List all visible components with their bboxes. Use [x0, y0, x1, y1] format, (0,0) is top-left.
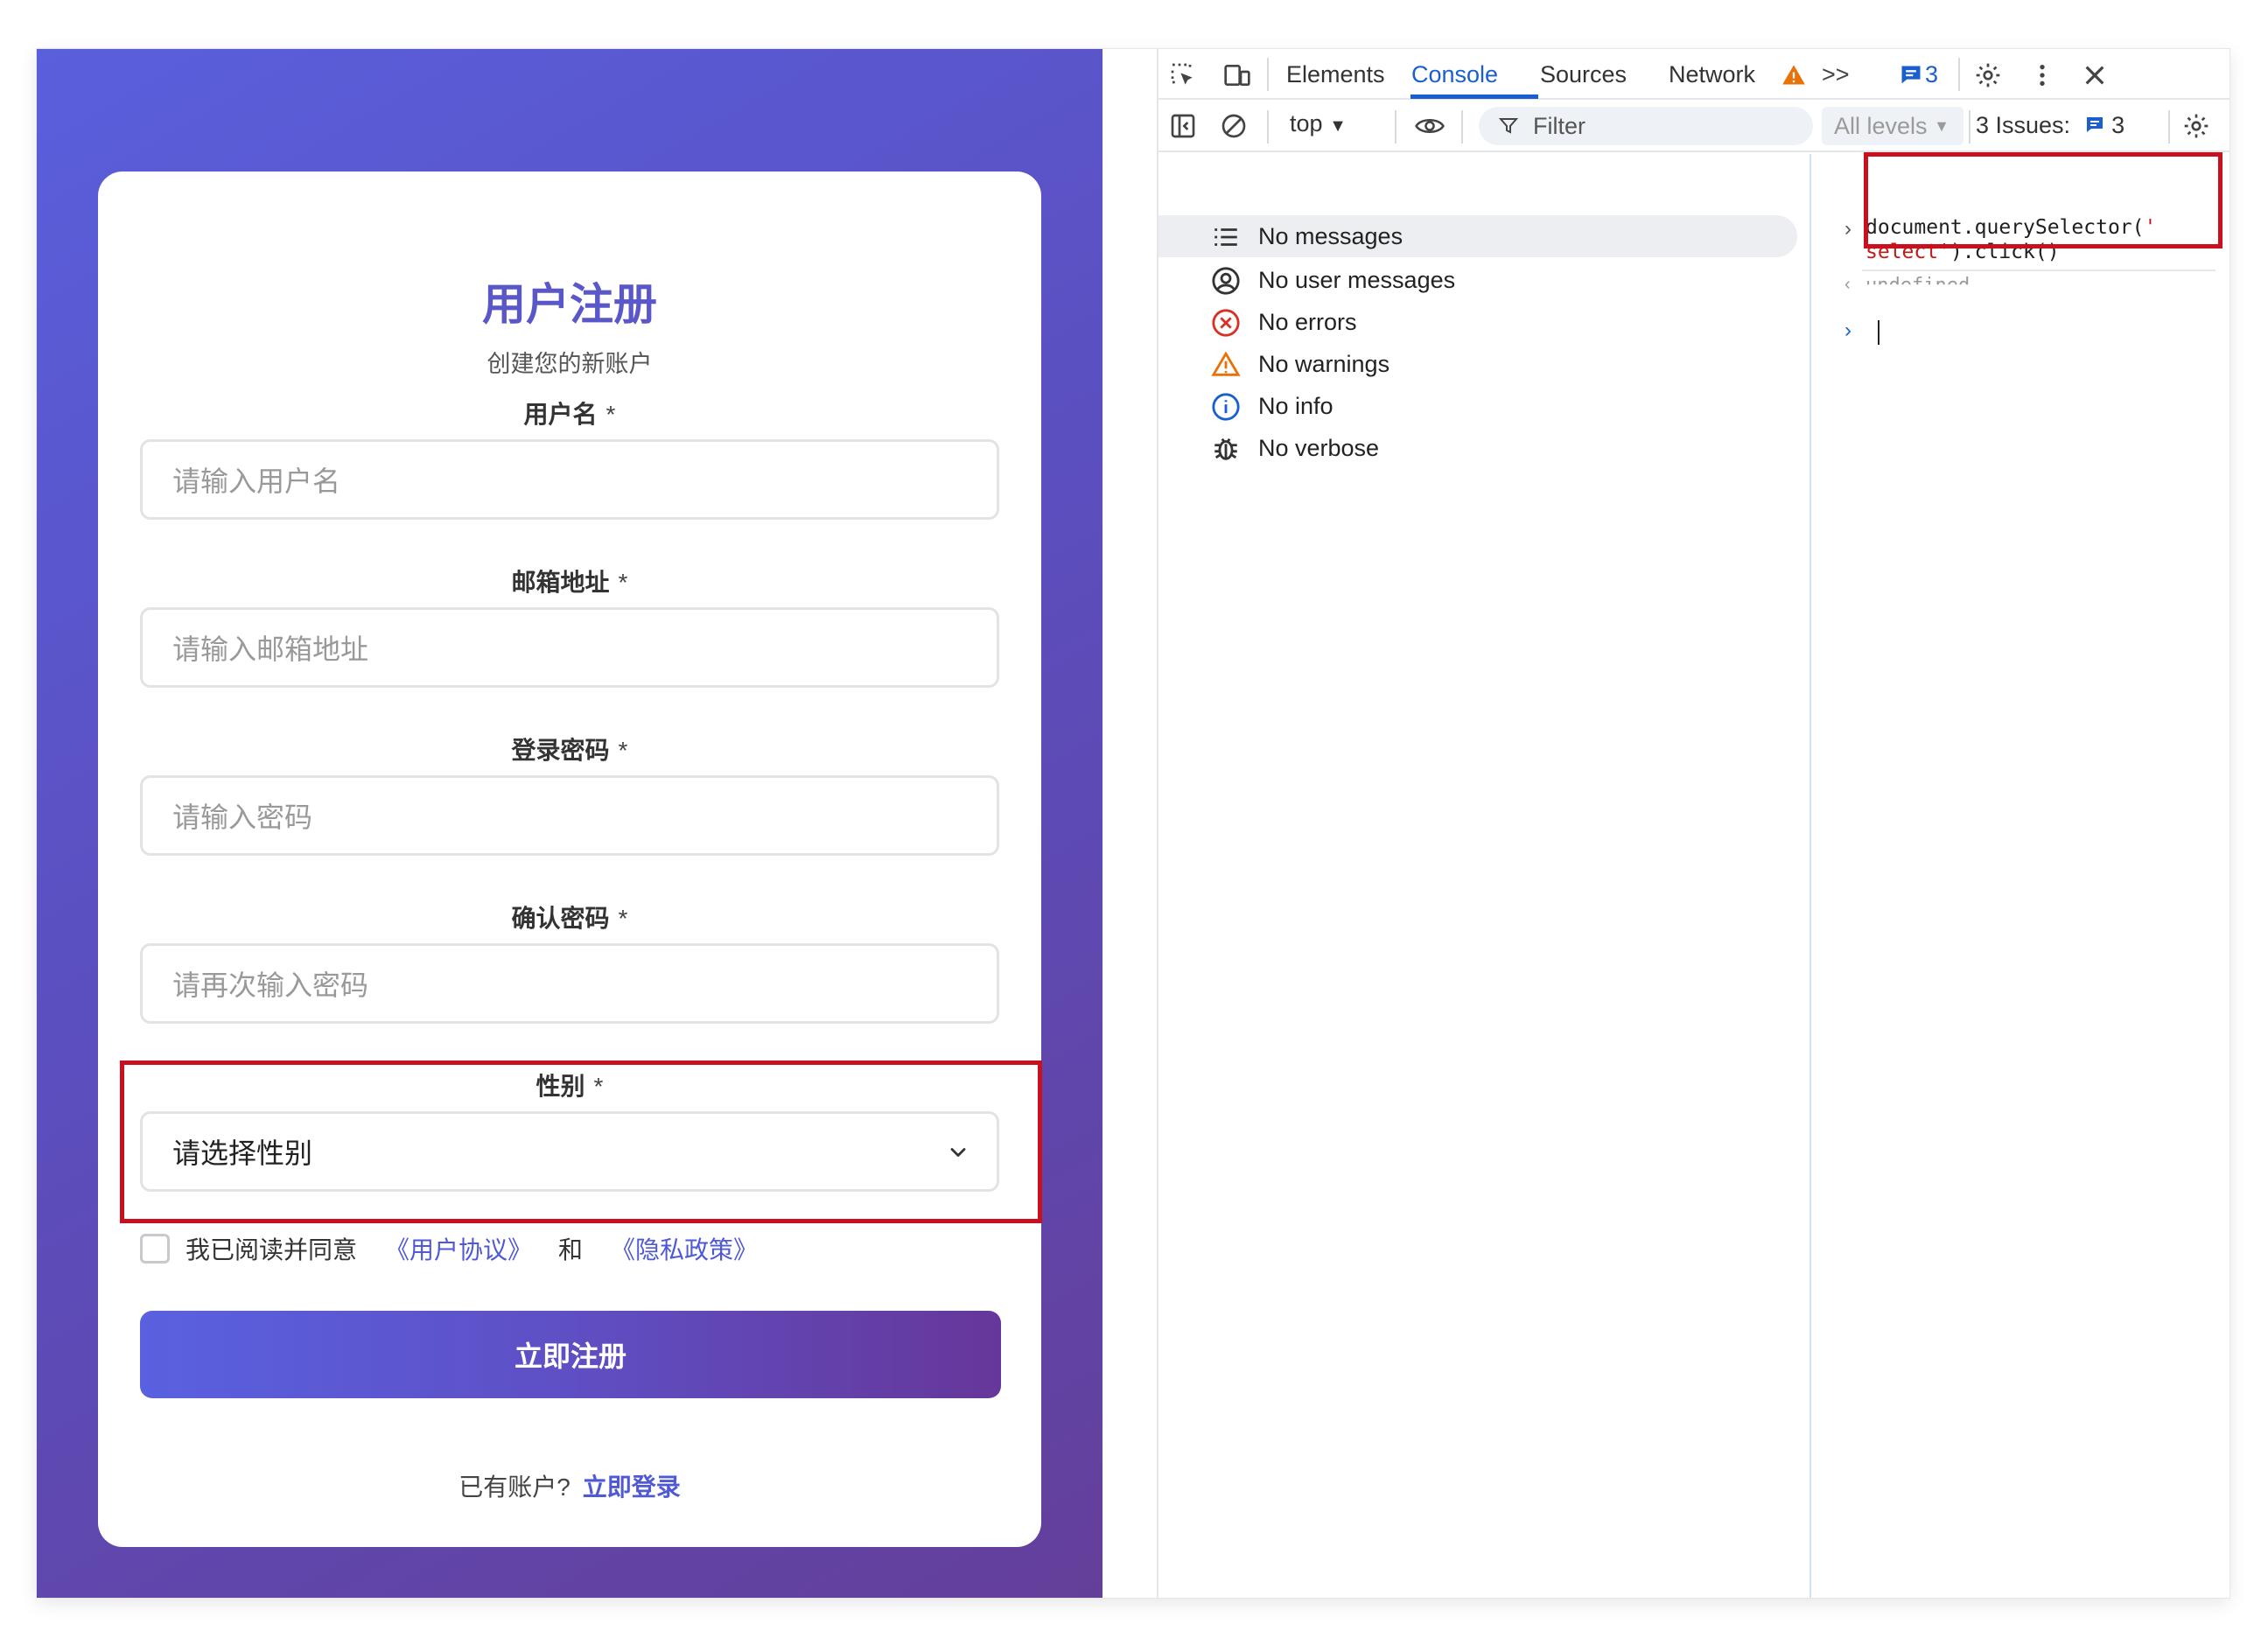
- toolbar-separator: [1267, 58, 1269, 91]
- screenshot-frame: 用户注册 创建您的新账户 用户名 * 请输入用户名 邮箱地址 * 请输入邮箱地址 登…: [37, 49, 2230, 1598]
- user-agreement-link[interactable]: 《用户协议》: [385, 1231, 532, 1266]
- issues-counter[interactable]: 3 Issues: 3: [1976, 112, 2124, 139]
- input-prompt-chevron-icon: ›: [1844, 217, 1852, 241]
- tab-console[interactable]: Console: [1411, 61, 1498, 88]
- bug-icon: [1214, 438, 1237, 460]
- console-output[interactable]: › document.querySelector(' select').clic…: [1813, 154, 2230, 1598]
- sidebar-item-info[interactable]: No info: [1158, 385, 1802, 427]
- email-label: 邮箱地址 *: [511, 569, 628, 596]
- devtools-tabbar: Elements Console Sources Network >> 3: [1158, 49, 2230, 100]
- console-sidebar: No messages No user messages No errors N…: [1158, 154, 1811, 1598]
- user-icon: [1212, 267, 1240, 295]
- inspect-element-icon[interactable]: [1169, 61, 1197, 89]
- clear-console-icon[interactable]: [1220, 112, 1248, 140]
- filter-input[interactable]: Filter: [1479, 107, 1813, 145]
- console-prompt-chevron-icon: ›: [1844, 318, 1852, 342]
- result-arrow-icon: ‹: [1844, 275, 1851, 294]
- register-button[interactable]: 立即注册: [140, 1311, 1001, 1398]
- sidebar-item-verbose[interactable]: No verbose: [1158, 427, 1802, 469]
- login-row: 已有账户? 立即登录: [37, 1468, 1102, 1503]
- highlight-box-console-command: [1864, 152, 2222, 248]
- confirm-password-label: 确认密码 *: [511, 905, 628, 932]
- username-input[interactable]: 请输入用户名: [140, 439, 999, 520]
- context-dropdown-icon: ▼: [1329, 116, 1347, 136]
- log-levels-dropdown[interactable]: All levels ▼: [1822, 107, 1964, 145]
- agree-checkbox[interactable]: [140, 1234, 170, 1264]
- toolbar-separator: [1969, 110, 1970, 144]
- live-expression-eye-icon[interactable]: [1414, 112, 1446, 140]
- highlight-box-gender: [120, 1060, 1042, 1223]
- toolbar-separator: [2168, 110, 2170, 144]
- tab-elements[interactable]: Elements: [1286, 61, 1385, 88]
- username-label: 用户名 *: [523, 401, 616, 428]
- messages-count[interactable]: 3: [1925, 61, 1938, 88]
- agreement-row: 我已阅读并同意 《用户协议》 和 《隐私政策》: [140, 1227, 758, 1270]
- error-icon: [1212, 309, 1240, 337]
- info-icon: [1212, 393, 1240, 421]
- filter-icon: [1498, 118, 1519, 134]
- levels-dropdown-icon: ▼: [1934, 116, 1950, 135]
- warning-icon: [1211, 351, 1241, 376]
- network-warning-icon: [1782, 65, 1805, 85]
- toolbar-separator: [1958, 58, 1960, 91]
- settings-gear-icon[interactable]: [1974, 61, 2002, 89]
- agree-text: 我已阅读并同意: [186, 1236, 358, 1264]
- privacy-policy-link[interactable]: 《隐私政策》: [611, 1231, 758, 1266]
- kebab-menu-icon[interactable]: [2028, 61, 2056, 89]
- password-label: 登录密码 *: [511, 737, 628, 764]
- sidebar-item-errors[interactable]: No errors: [1158, 301, 1802, 343]
- email-input[interactable]: 请输入邮箱地址: [140, 607, 999, 688]
- active-tab-underline: [1410, 94, 1538, 99]
- issues-message-icon: [2086, 117, 2103, 132]
- console-input-caret[interactable]: [1878, 320, 1880, 345]
- toolbar-separator: [1395, 110, 1396, 144]
- toolbar-separator: [1461, 110, 1463, 144]
- sidebar-item-user-messages[interactable]: No user messages: [1158, 259, 1802, 301]
- messages-badge-icon: [1901, 66, 1921, 84]
- device-toolbar-icon[interactable]: [1223, 61, 1251, 89]
- login-link[interactable]: 立即登录: [583, 1474, 681, 1501]
- list-icon: [1214, 228, 1237, 246]
- toggle-sidebar-icon[interactable]: [1169, 112, 1197, 140]
- registration-page: 用户注册 创建您的新账户 用户名 * 请输入用户名 邮箱地址 * 请输入邮箱地址 登…: [37, 49, 1102, 1598]
- page-subtitle: 创建您的新账户: [486, 351, 653, 377]
- sidebar-item-messages[interactable]: No messages: [1158, 215, 1797, 257]
- console-toolbar: top ▼ Filter All levels ▼ 3 Issues: 3: [1158, 100, 2230, 152]
- command-result-divider: [1862, 270, 2216, 271]
- devtools-panel: Elements Console Sources Network >> 3 to…: [1102, 49, 2230, 1598]
- close-icon[interactable]: [2081, 61, 2109, 89]
- sidebar-item-warnings[interactable]: No warnings: [1158, 343, 1802, 385]
- toolbar-separator: [1267, 110, 1269, 144]
- login-prompt: 已有账户?: [458, 1474, 570, 1501]
- context-selector[interactable]: top ▼: [1290, 110, 1347, 137]
- password-input[interactable]: 请输入密码: [140, 775, 999, 856]
- agree-and-text: 和: [558, 1236, 584, 1264]
- page-title: 用户注册: [482, 280, 657, 329]
- confirm-password-input[interactable]: 请再次输入密码: [140, 943, 999, 1024]
- tab-sources[interactable]: Sources: [1540, 61, 1627, 88]
- more-tabs-button[interactable]: >>: [1822, 61, 1850, 88]
- console-result: undefined: [1866, 275, 1970, 297]
- tab-network[interactable]: Network: [1669, 61, 1755, 88]
- console-settings-gear-icon[interactable]: [2182, 112, 2210, 140]
